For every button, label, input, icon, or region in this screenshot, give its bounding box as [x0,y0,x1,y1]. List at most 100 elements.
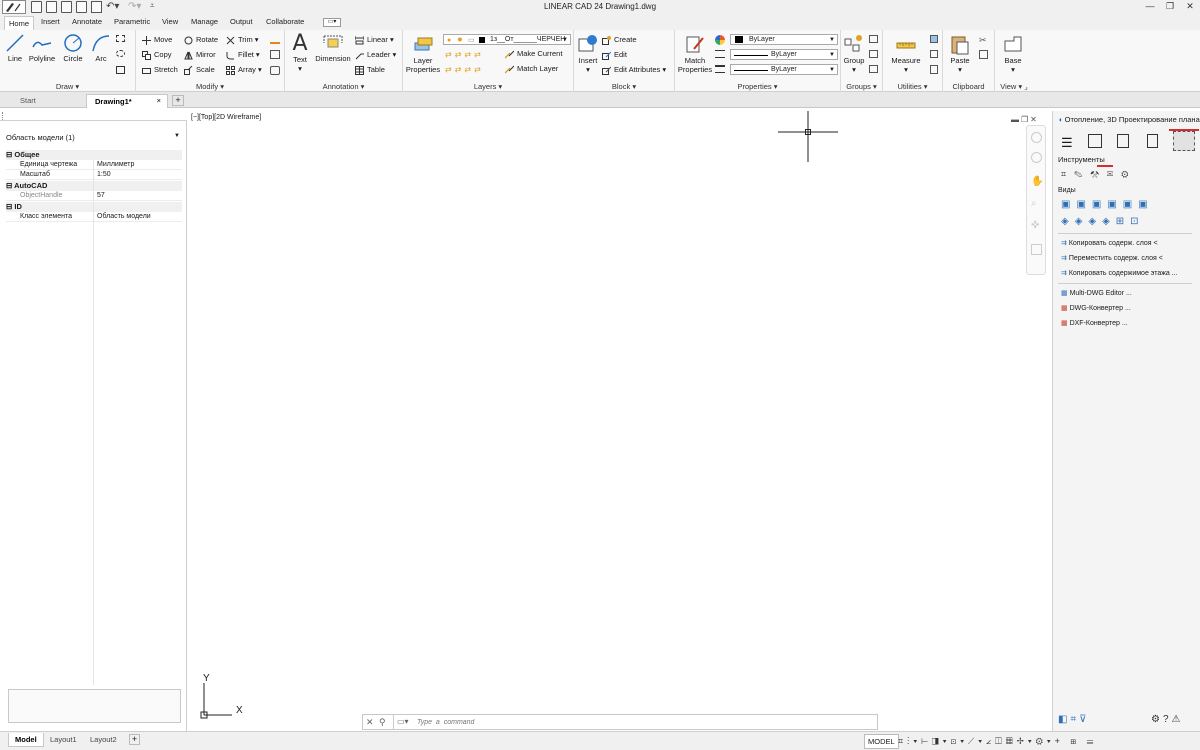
rotate-button[interactable]: Rotate [184,34,218,46]
scale-button[interactable]: Scale [184,64,215,76]
copy-clip-icon[interactable] [979,50,988,59]
category-autocad[interactable]: ⊟ AutoCAD [6,181,182,191]
palette-bottom-left-icons[interactable]: ◧⌗⊽ [1058,714,1089,725]
cut-icon[interactable]: ✂ [979,35,987,46]
zoom-icon[interactable]: ⌕ [1031,198,1037,209]
tab-manage[interactable]: Manage [191,17,218,26]
move-button[interactable]: Move [142,34,172,46]
group-edit-icon[interactable] [869,50,878,58]
tool-item-multi-dwg[interactable]: ▦ Multi-DWG Editor ... [1061,287,1132,300]
new-tab-button[interactable]: + [172,95,184,106]
tool-item-move-layer[interactable]: ⇉ Переместить содерж. слоя < [1061,252,1163,265]
drawing-canvas[interactable]: [−][Top][2D Wireframe] ▬❐✕ ✋ ⌕ ✜ Y X [188,111,1050,731]
showmotion-icon[interactable]: ✜ [1031,220,1039,231]
maximize-button[interactable]: ❐ [1160,0,1180,14]
create-block-button[interactable]: Create [602,34,637,46]
tab-insert[interactable]: Insert [41,17,60,26]
layout-tab-layout2[interactable]: Layout2 [84,733,123,747]
calculator-icon[interactable] [1117,134,1129,148]
tab-collaborate[interactable]: Collaborate [266,17,304,26]
viewport-controls[interactable]: [−][Top][2D Wireframe] [191,114,261,121]
linetype-icon[interactable] [715,50,725,58]
orbit-icon[interactable] [1031,152,1042,163]
match-layer-button[interactable]: Match Layer [504,63,558,75]
tool-tabs-icons[interactable]: ⌗✎⚒✉⚙ [1061,169,1136,180]
palette-bottom-right-icons[interactable]: ⚙?⚠ [1151,714,1184,725]
tab-output[interactable]: Output [230,17,253,26]
hatch-icon[interactable] [116,66,125,74]
recent-commands-icon[interactable]: ▭▾ [397,717,409,726]
fillet-button[interactable]: Fillet ▾ [226,49,260,61]
steering-wheel-icon[interactable] [1031,132,1042,143]
ribbon-options-icon[interactable]: ▭▾ [323,18,341,27]
viewport-window-controls[interactable]: ▬❐✕ [1011,115,1039,124]
tab-parametric[interactable]: Parametric [114,17,150,26]
dimension-button[interactable]: Dimension [313,33,353,63]
table-button[interactable]: Table [355,64,385,76]
tab-annotate[interactable]: Annotate [72,17,102,26]
text-button[interactable]: A Text ▾ [288,33,312,74]
leader-button[interactable]: Leader ▾ [355,49,396,61]
copy-button[interactable]: Copy [142,49,172,61]
measure-button[interactable]: Measure ▾ [887,33,925,74]
minimize-button[interactable]: — [1140,0,1160,14]
mirror-button[interactable]: Mirror [184,49,216,61]
command-input[interactable] [417,716,872,728]
match-properties-button[interactable]: Match Properties [677,33,713,74]
offset-icon[interactable] [270,66,280,75]
calculator-icon[interactable] [930,65,938,74]
views-row1-icons[interactable]: ▣▣▣▣▣▣ [1061,199,1154,210]
trim-button[interactable]: Trim ▾ [226,34,259,46]
line-button[interactable]: Line [4,33,26,63]
layer-tools-row1-icons[interactable]: ⇄⇄⇄⇄ [445,50,484,59]
tab-view[interactable]: View [162,17,178,26]
menu-icon[interactable]: ☰ [1061,135,1073,151]
close-button[interactable]: ✕ [1180,0,1200,14]
circle-button[interactable]: Circle [60,33,86,63]
lineweight-icon[interactable] [715,65,725,73]
tool-item-copy-layer[interactable]: ⇉ Копировать содерж. слоя < [1061,237,1158,250]
nav-option-icon[interactable] [1031,244,1042,255]
base-view-button[interactable]: Base ▾ [999,33,1027,74]
edit-attributes-button[interactable]: Edit Attributes ▾ [602,64,666,76]
group-button[interactable]: Group ▾ [842,33,866,74]
layer-properties-button[interactable]: Layer Properties [405,33,441,74]
edit-block-button[interactable]: Edit [602,49,627,61]
make-current-button[interactable]: Make Current [504,48,562,60]
quick-select-icon[interactable] [930,50,938,58]
id-point-icon[interactable] [930,35,938,43]
ellipse-icon[interactable] [116,50,125,57]
category-id[interactable]: ⊟ ID [6,202,182,212]
tool-item-dwg-converter[interactable]: ▦ DWG-Конвертер ... [1061,302,1131,315]
close-tab-icon[interactable]: × [157,96,161,105]
grip-icon[interactable] [2,112,5,120]
group-select-icon[interactable] [869,65,878,73]
linear-button[interactable]: Linear ▾ [354,34,394,46]
tool-item-copy-floor[interactable]: ⇉ Копировать содержимое этажа ... [1061,267,1178,280]
layout-tab-model[interactable]: Model [8,733,44,747]
layout-tab-layout1[interactable]: Layout1 [44,733,83,747]
selection-icon[interactable] [1173,131,1195,151]
document-icon[interactable] [1147,134,1158,148]
edit-icon[interactable] [1088,134,1102,148]
ungroup-icon[interactable] [869,35,878,43]
wrench-icon[interactable]: ⚲ [379,717,386,728]
linetype-combo[interactable]: ByLayer ▼ [730,49,838,60]
paste-button[interactable]: Paste ▾ [947,33,973,74]
property-row[interactable]: Единица чертежа Миллиметр [6,160,182,170]
erase-icon[interactable] [270,35,280,44]
close-cmd-icon[interactable]: ✕ [366,717,374,728]
layer-combo[interactable]: ● ✹ ▭ 1з__От______ЧЕРЧЕН ▼ [443,34,571,45]
property-row[interactable]: ObjectHandle 57 [6,191,182,201]
insert-block-button[interactable]: Insert ▾ [576,33,600,74]
selection-dropdown[interactable]: Область модели (1) ▼ [6,133,182,145]
tab-home[interactable]: Home [4,16,35,30]
tool-item-dxf-converter[interactable]: ▦ DXF-Конвертер ... [1061,317,1128,330]
tab-start[interactable]: Start [12,94,84,108]
arc-button[interactable]: Arc [88,33,114,63]
drafting-toggles[interactable]: ⌗⋮▾⊢◨▾⊡▾⟋▾∠◫▦✢▾⚙▾+ ⊞ ☰ [898,736,1097,747]
color-combo[interactable]: ByLayer ▼ [730,34,838,45]
tab-drawing1[interactable]: Drawing1* × [86,94,168,108]
property-row[interactable]: Масштаб 1:50 [6,170,182,180]
pan-icon[interactable]: ✋ [1031,176,1043,187]
